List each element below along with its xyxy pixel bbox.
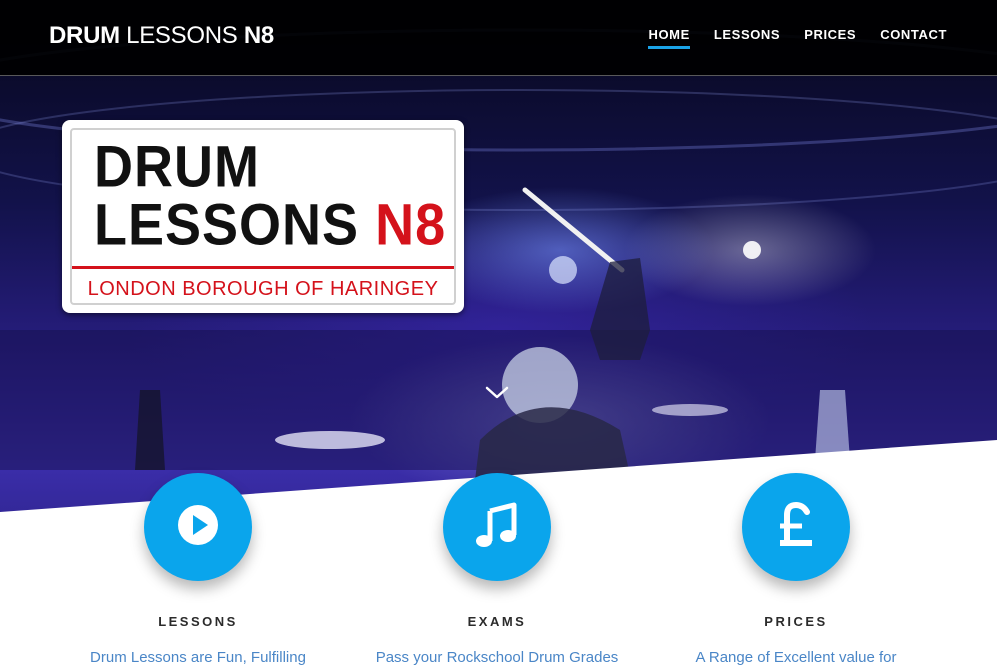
- nav-lessons[interactable]: LESSONS: [714, 27, 780, 48]
- main-nav: HOME LESSONS PRICES CONTACT: [648, 27, 947, 49]
- feature-title: LESSONS: [158, 614, 238, 629]
- exams-circle-button[interactable]: [443, 473, 551, 581]
- feature-description: Drum Lessons are Fun, Fulfilling: [90, 649, 306, 666]
- nav-contact[interactable]: CONTACT: [880, 27, 947, 48]
- brand-light: LESSONS: [126, 22, 238, 49]
- sign-subtitle: LONDON BOROUGH OF HARINGEY: [87, 278, 439, 300]
- feature-title: PRICES: [764, 614, 828, 629]
- feature-title: EXAMS: [467, 614, 527, 629]
- feature-description: A Range of Excellent value for: [695, 649, 897, 666]
- feature-description: Pass your Rockschool Drum Grades: [375, 649, 619, 666]
- play-icon: [176, 503, 220, 552]
- brand-logo[interactable]: DRUM LESSONS N8: [49, 22, 274, 50]
- feature-exams: EXAMS Pass your Rockschool Drum Grades: [347, 473, 647, 666]
- lessons-circle-button[interactable]: [144, 473, 252, 581]
- brand-suffix: N8: [243, 22, 274, 49]
- chevron-down-icon[interactable]: [484, 382, 510, 402]
- pound-icon: [776, 501, 816, 553]
- feature-prices: PRICES A Range of Excellent value for: [646, 473, 946, 666]
- sign-divider: [72, 266, 454, 269]
- sign-line-2: LESSONS N8: [94, 196, 446, 254]
- sign-frame: DRUM LESSONS N8 LONDON BOROUGH OF HARING…: [70, 128, 456, 305]
- nav-home[interactable]: HOME: [648, 27, 691, 49]
- feature-lessons: LESSONS Drum Lessons are Fun, Fulfilling: [48, 473, 348, 666]
- nav-prices[interactable]: PRICES: [804, 27, 856, 48]
- prices-circle-button[interactable]: [742, 473, 850, 581]
- street-sign-logo: DRUM LESSONS N8 LONDON BOROUGH OF HARING…: [62, 120, 464, 313]
- brand-bold: DRUM: [49, 22, 120, 49]
- sign-line-2-black: LESSONS: [94, 192, 360, 258]
- music-note-icon: [473, 501, 521, 554]
- sign-line-1: DRUM: [94, 134, 260, 200]
- sign-line-2-red: N8: [375, 192, 447, 258]
- site-header: DRUM LESSONS N8 HOME LESSONS PRICES CONT…: [0, 0, 997, 76]
